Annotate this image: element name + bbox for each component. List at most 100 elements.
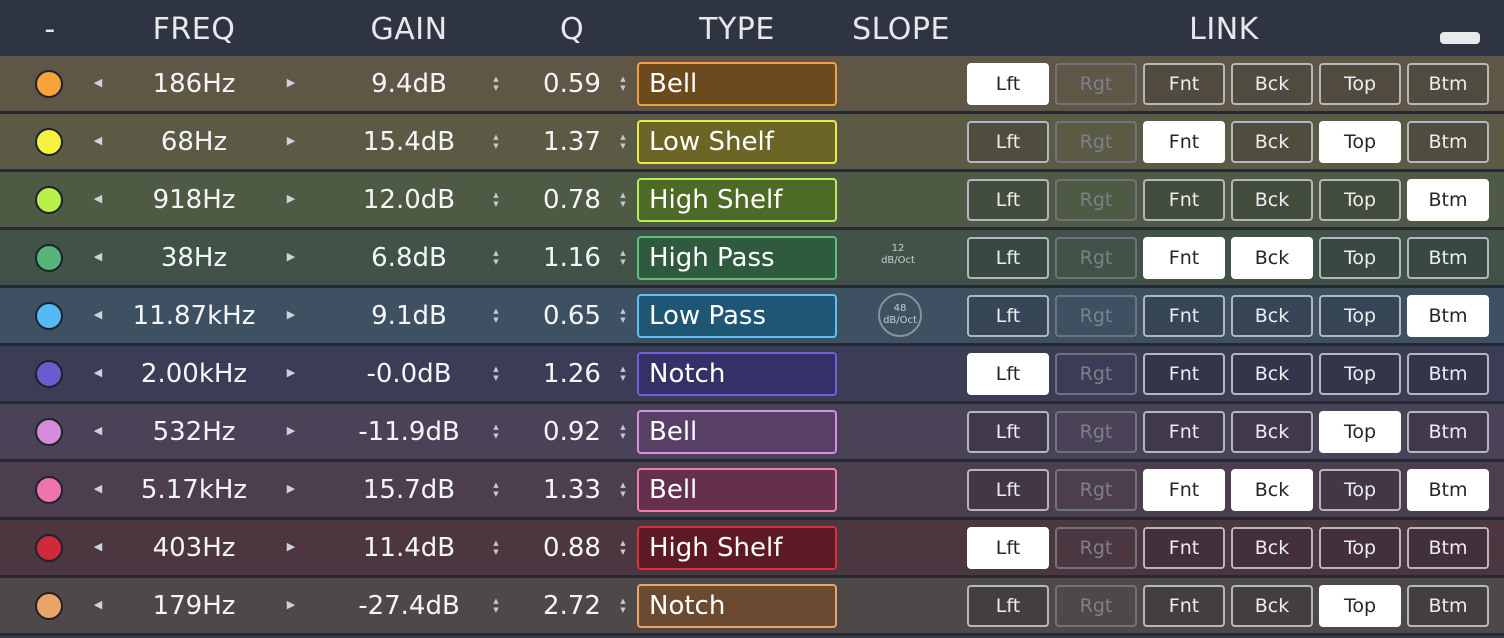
link-top-button[interactable]: Top xyxy=(1319,527,1401,569)
collapse-button[interactable] xyxy=(1440,32,1480,44)
freq-increase-arrow[interactable]: ▶ xyxy=(281,474,301,504)
link-btm-button[interactable]: Btm xyxy=(1407,121,1489,163)
link-btm-button[interactable]: Btm xyxy=(1407,527,1489,569)
gain-value[interactable]: 9.1dB xyxy=(344,296,474,336)
link-rgt-button[interactable]: Rgt xyxy=(1055,179,1137,221)
link-lft-button[interactable]: Lft xyxy=(967,469,1049,511)
link-lft-button[interactable]: Lft xyxy=(967,411,1049,453)
freq-value[interactable]: 918Hz xyxy=(124,180,264,220)
link-fnt-button[interactable]: Fnt xyxy=(1143,585,1225,627)
filter-type-select[interactable]: Notch xyxy=(637,352,837,396)
freq-value[interactable]: 179Hz xyxy=(124,586,264,626)
link-bck-button[interactable]: Bck xyxy=(1231,585,1313,627)
freq-increase-arrow[interactable]: ▶ xyxy=(281,300,301,330)
link-bck-button[interactable]: Bck xyxy=(1231,237,1313,279)
gain-stepper-icon[interactable]: ▲ ▼ xyxy=(489,360,503,388)
link-lft-button[interactable]: Lft xyxy=(967,63,1049,105)
freq-value[interactable]: 532Hz xyxy=(124,412,264,452)
link-top-button[interactable]: Top xyxy=(1319,295,1401,337)
link-btm-button[interactable]: Btm xyxy=(1407,63,1489,105)
q-value[interactable]: 0.92 xyxy=(532,412,612,452)
link-bck-button[interactable]: Bck xyxy=(1231,469,1313,511)
link-fnt-button[interactable]: Fnt xyxy=(1143,237,1225,279)
freq-value[interactable]: 68Hz xyxy=(124,122,264,162)
q-value[interactable]: 0.78 xyxy=(532,180,612,220)
band-color-dot[interactable] xyxy=(35,70,63,98)
q-stepper-icon[interactable]: ▲ ▼ xyxy=(616,186,630,214)
freq-value[interactable]: 5.17kHz xyxy=(124,470,264,510)
link-rgt-button[interactable]: Rgt xyxy=(1055,295,1137,337)
q-stepper-icon[interactable]: ▲ ▼ xyxy=(616,418,630,446)
filter-type-select[interactable]: Notch xyxy=(637,584,837,628)
link-fnt-button[interactable]: Fnt xyxy=(1143,353,1225,395)
q-stepper-icon[interactable]: ▲ ▼ xyxy=(616,534,630,562)
link-rgt-button[interactable]: Rgt xyxy=(1055,469,1137,511)
band-color-dot[interactable] xyxy=(35,534,63,562)
link-top-button[interactable]: Top xyxy=(1319,353,1401,395)
link-lft-button[interactable]: Lft xyxy=(967,295,1049,337)
gain-value[interactable]: 15.4dB xyxy=(344,122,474,162)
band-color-dot[interactable] xyxy=(35,360,63,388)
gain-stepper-icon[interactable]: ▲ ▼ xyxy=(489,418,503,446)
link-fnt-button[interactable]: Fnt xyxy=(1143,63,1225,105)
link-btm-button[interactable]: Btm xyxy=(1407,585,1489,627)
freq-decrease-arrow[interactable]: ◀ xyxy=(88,126,108,156)
filter-type-select[interactable]: Bell xyxy=(637,62,837,106)
band-color-dot[interactable] xyxy=(35,592,63,620)
freq-decrease-arrow[interactable]: ◀ xyxy=(88,590,108,620)
freq-increase-arrow[interactable]: ▶ xyxy=(281,242,301,272)
gain-stepper-icon[interactable]: ▲ ▼ xyxy=(489,302,503,330)
link-top-button[interactable]: Top xyxy=(1319,237,1401,279)
link-top-button[interactable]: Top xyxy=(1319,121,1401,163)
freq-decrease-arrow[interactable]: ◀ xyxy=(88,416,108,446)
q-value[interactable]: 1.26 xyxy=(532,354,612,394)
q-stepper-icon[interactable]: ▲ ▼ xyxy=(616,476,630,504)
q-value[interactable]: 0.59 xyxy=(532,64,612,104)
freq-increase-arrow[interactable]: ▶ xyxy=(281,358,301,388)
freq-increase-arrow[interactable]: ▶ xyxy=(281,126,301,156)
filter-type-select[interactable]: High Shelf xyxy=(637,178,837,222)
gain-stepper-icon[interactable]: ▲ ▼ xyxy=(489,186,503,214)
freq-decrease-arrow[interactable]: ◀ xyxy=(88,532,108,562)
link-btm-button[interactable]: Btm xyxy=(1407,353,1489,395)
freq-value[interactable]: 2.00kHz xyxy=(124,354,264,394)
link-btm-button[interactable]: Btm xyxy=(1407,179,1489,221)
freq-increase-arrow[interactable]: ▶ xyxy=(281,68,301,98)
freq-decrease-arrow[interactable]: ◀ xyxy=(88,184,108,214)
link-bck-button[interactable]: Bck xyxy=(1231,121,1313,163)
link-bck-button[interactable]: Bck xyxy=(1231,411,1313,453)
link-btm-button[interactable]: Btm xyxy=(1407,295,1489,337)
freq-value[interactable]: 186Hz xyxy=(124,64,264,104)
q-value[interactable]: 1.16 xyxy=(532,238,612,278)
band-color-dot[interactable] xyxy=(35,302,63,330)
freq-decrease-arrow[interactable]: ◀ xyxy=(88,300,108,330)
q-stepper-icon[interactable]: ▲ ▼ xyxy=(616,70,630,98)
gain-value[interactable]: -27.4dB xyxy=(344,586,474,626)
link-top-button[interactable]: Top xyxy=(1319,179,1401,221)
q-stepper-icon[interactable]: ▲ ▼ xyxy=(616,360,630,388)
gain-stepper-icon[interactable]: ▲ ▼ xyxy=(489,592,503,620)
link-lft-button[interactable]: Lft xyxy=(967,121,1049,163)
filter-type-select[interactable]: High Shelf xyxy=(637,526,837,570)
freq-value[interactable]: 11.87kHz xyxy=(124,296,264,336)
slope-knob[interactable]: 48 dB/Oct xyxy=(878,293,922,337)
link-top-button[interactable]: Top xyxy=(1319,585,1401,627)
freq-increase-arrow[interactable]: ▶ xyxy=(281,532,301,562)
gain-value[interactable]: 9.4dB xyxy=(344,64,474,104)
freq-value[interactable]: 403Hz xyxy=(124,528,264,568)
gain-value[interactable]: 6.8dB xyxy=(344,238,474,278)
link-rgt-button[interactable]: Rgt xyxy=(1055,527,1137,569)
link-bck-button[interactable]: Bck xyxy=(1231,353,1313,395)
link-lft-button[interactable]: Lft xyxy=(967,585,1049,627)
link-btm-button[interactable]: Btm xyxy=(1407,411,1489,453)
link-bck-button[interactable]: Bck xyxy=(1231,295,1313,337)
gain-stepper-icon[interactable]: ▲ ▼ xyxy=(489,244,503,272)
q-stepper-icon[interactable]: ▲ ▼ xyxy=(616,592,630,620)
link-btm-button[interactable]: Btm xyxy=(1407,237,1489,279)
gain-stepper-icon[interactable]: ▲ ▼ xyxy=(489,476,503,504)
link-lft-button[interactable]: Lft xyxy=(967,179,1049,221)
q-value[interactable]: 1.37 xyxy=(532,122,612,162)
link-rgt-button[interactable]: Rgt xyxy=(1055,237,1137,279)
filter-type-select[interactable]: High Pass xyxy=(637,236,837,280)
q-value[interactable]: 0.88 xyxy=(532,528,612,568)
